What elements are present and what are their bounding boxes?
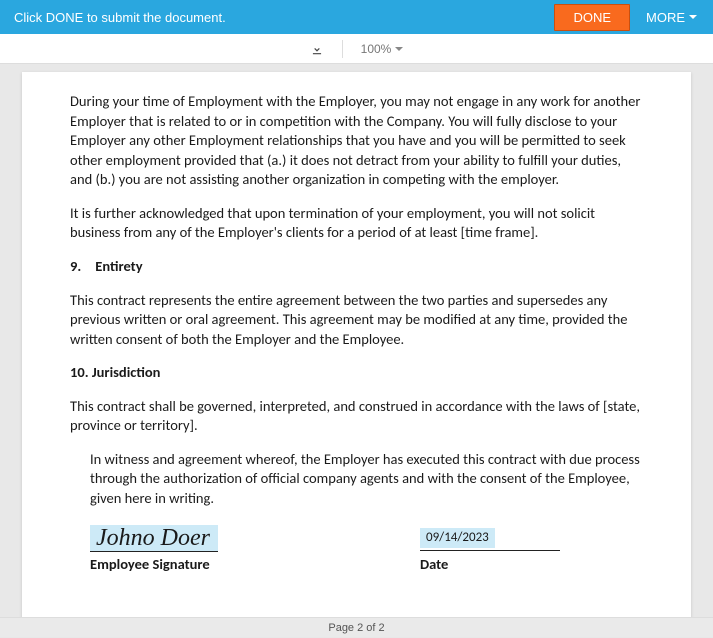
date-label: Date — [420, 555, 560, 575]
paragraph-nonsolicit: It is further acknowledged that upon ter… — [70, 204, 643, 243]
company-date-block: Date — [420, 600, 560, 617]
employee-signature-block: Johno Doer Employee Signature — [90, 523, 380, 575]
paragraph-witness: In witness and agreement whereof, the Em… — [70, 450, 643, 509]
download-icon — [310, 42, 324, 56]
company-signature-field[interactable] — [90, 600, 380, 617]
date-field[interactable]: 09/14/2023 — [420, 523, 560, 551]
chevron-down-icon — [395, 47, 403, 51]
employee-signature-label: Employee Signature — [90, 555, 380, 575]
done-button[interactable]: DONE — [554, 4, 630, 31]
chevron-down-icon — [689, 15, 697, 19]
employee-signature-field[interactable]: Johno Doer — [90, 525, 218, 552]
download-button[interactable] — [310, 42, 324, 56]
toolbar: 100% — [0, 34, 713, 64]
banner-message: Click DONE to submit the document. — [10, 10, 554, 25]
zoom-value: 100% — [361, 42, 392, 56]
top-banner: Click DONE to submit the document. DONE … — [0, 0, 713, 34]
zoom-dropdown[interactable]: 100% — [361, 42, 404, 56]
document-page: During your time of Employment with the … — [22, 72, 691, 617]
document-viewport[interactable]: During your time of Employment with the … — [0, 64, 713, 617]
more-button[interactable]: MORE — [640, 5, 703, 30]
separator — [342, 40, 343, 58]
page-indicator: Page 2 of 2 — [0, 617, 713, 637]
more-label: MORE — [646, 10, 685, 25]
paragraph-jurisdiction: This contract shall be governed, interpr… — [70, 397, 643, 436]
company-signature-block: Company Official Signature — [90, 600, 380, 617]
company-date-field[interactable] — [420, 600, 560, 617]
paragraph-noncompete: During your time of Employment with the … — [70, 92, 643, 190]
date-value: 09/14/2023 — [420, 528, 495, 548]
heading-jurisdiction: 10. Jurisdiction — [70, 363, 643, 383]
employee-date-block: 09/14/2023 Date — [420, 523, 560, 575]
paragraph-entirety: This contract represents the entire agre… — [70, 291, 643, 350]
heading-entirety: 9. Entirety — [70, 257, 643, 277]
signature-row-company: Company Official Signature Date — [70, 600, 643, 617]
heading-number: 9. — [70, 257, 92, 277]
signature-row-employee: Johno Doer Employee Signature 09/14/2023… — [70, 523, 643, 575]
heading-title: Entirety — [95, 257, 142, 275]
